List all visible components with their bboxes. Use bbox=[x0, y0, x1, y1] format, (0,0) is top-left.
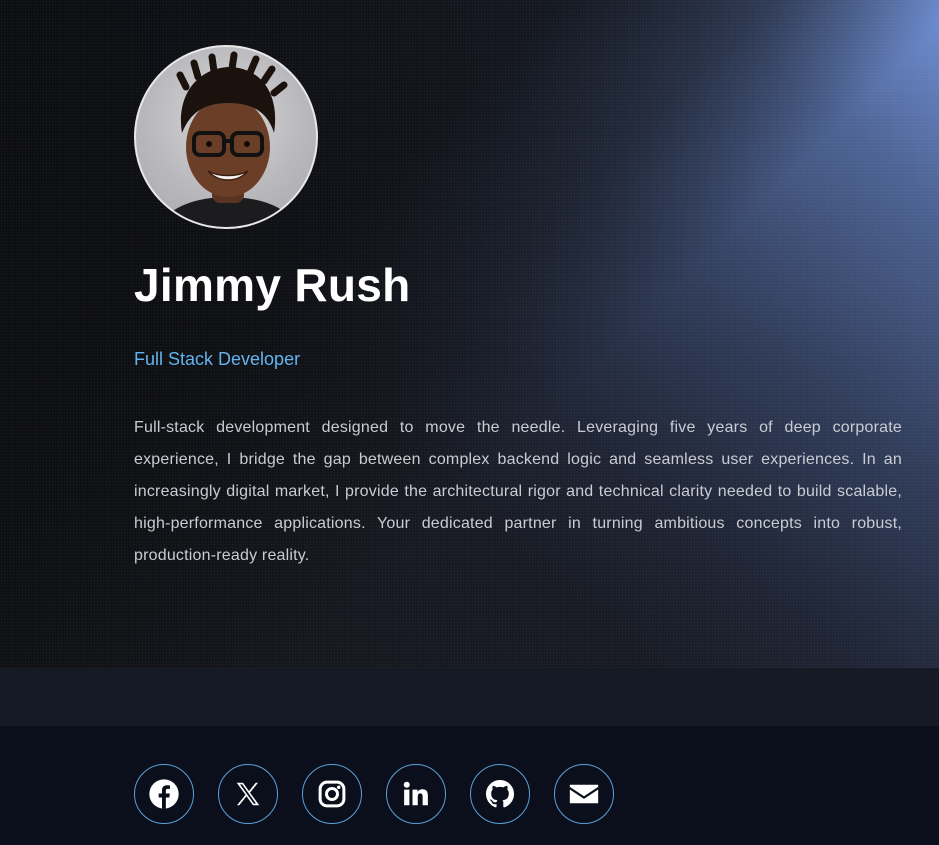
x-twitter-link[interactable] bbox=[218, 764, 278, 824]
linkedin-icon bbox=[403, 781, 428, 806]
x-twitter-icon bbox=[236, 782, 260, 806]
avatar-portrait bbox=[158, 51, 298, 227]
facebook-link[interactable] bbox=[134, 764, 194, 824]
avatar bbox=[134, 45, 318, 229]
github-icon bbox=[486, 780, 514, 808]
github-link[interactable] bbox=[470, 764, 530, 824]
instagram-icon bbox=[318, 780, 346, 808]
email-icon bbox=[569, 784, 599, 804]
profile-bio: Full-stack development designed to move … bbox=[134, 419, 902, 564]
instagram-link[interactable] bbox=[302, 764, 362, 824]
linkedin-link[interactable] bbox=[386, 764, 446, 824]
facebook-icon bbox=[149, 779, 179, 809]
email-link[interactable] bbox=[554, 764, 614, 824]
section-divider-band bbox=[0, 668, 939, 726]
profile-name: Jimmy Rush bbox=[134, 259, 411, 311]
profile-role: Full Stack Developer bbox=[134, 349, 301, 369]
